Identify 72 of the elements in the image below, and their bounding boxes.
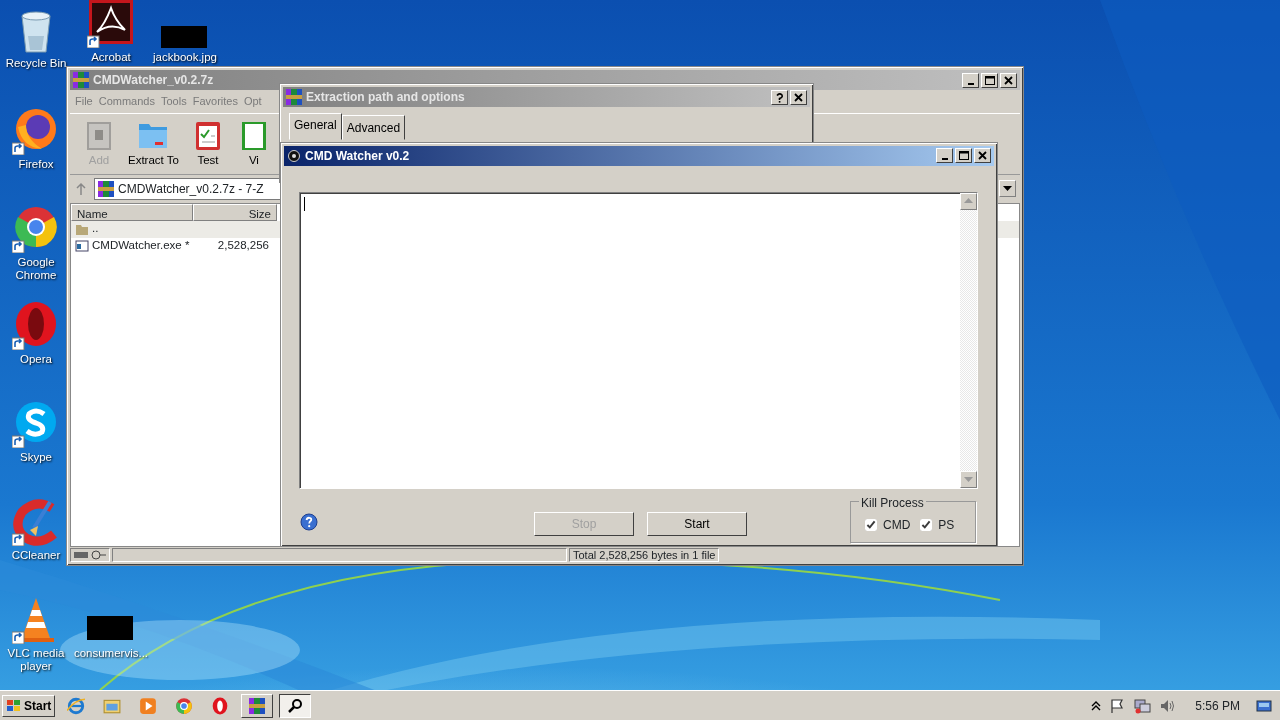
start-button[interactable]: Start	[2, 694, 56, 717]
taskbar-button[interactable]	[279, 693, 312, 718]
flag-icon[interactable]	[1109, 697, 1126, 714]
archive-icon	[98, 180, 114, 197]
column-header[interactable]: Size	[193, 203, 277, 221]
help-icon[interactable]	[300, 513, 318, 531]
archive-icon	[73, 72, 89, 88]
icon-label[interactable]: Firefox	[18, 158, 54, 171]
globe-icon[interactable]	[67, 696, 86, 715]
minimize-button[interactable]	[936, 148, 953, 164]
action-button[interactable]: Start	[647, 512, 747, 536]
question-mark-icon	[774, 91, 785, 103]
archive-icon	[249, 697, 266, 714]
toolbar-button[interactable]: Vi	[232, 117, 275, 170]
checkbox-label[interactable]: CMD	[883, 516, 911, 534]
up-arrow-icon	[964, 198, 973, 205]
toolbar-button[interactable]: Extract To	[124, 117, 183, 170]
close-button[interactable]	[790, 89, 807, 105]
magnifier-icon	[287, 697, 304, 714]
window-title: CMDWatcher_v0.2.7z	[93, 72, 214, 89]
icon-label[interactable]: Google Chrome	[4, 256, 68, 282]
chevron-up-icon[interactable]	[1091, 700, 1102, 711]
file-size: 2,528,256	[216, 238, 270, 254]
maximize-button[interactable]	[981, 72, 998, 88]
window-title: Extraction path and options	[306, 89, 465, 106]
maximize-icon	[984, 74, 995, 86]
icon-label[interactable]: Recycle Bin	[5, 57, 67, 70]
tab[interactable]: Advanced	[341, 115, 406, 140]
drive-icon	[74, 550, 106, 560]
maximize-button[interactable]	[955, 148, 972, 164]
maximize-icon	[958, 150, 969, 162]
close-button[interactable]	[1000, 72, 1017, 88]
column-header[interactable]: Name	[71, 203, 193, 221]
icon-label[interactable]: Acrobat	[91, 51, 131, 64]
file-name[interactable]: ..	[92, 220, 99, 238]
ring-logo-icon[interactable]	[211, 696, 230, 715]
scroll-down-button[interactable]	[960, 471, 977, 488]
archive-icon	[286, 89, 302, 105]
icon-label[interactable]: Opera	[20, 353, 52, 366]
caret-icon	[1003, 185, 1012, 192]
clock[interactable]: 5:56 PM	[1195, 696, 1240, 715]
scroll-up-button[interactable]	[960, 192, 977, 210]
four-squares-icon	[6, 698, 22, 713]
scrollbar[interactable]	[960, 192, 977, 488]
icon-label[interactable]: CCleaner	[11, 549, 61, 562]
help-button[interactable]	[771, 89, 788, 105]
tab[interactable]: General	[289, 113, 342, 140]
close-button[interactable]	[974, 148, 991, 164]
network-icon[interactable]	[1133, 697, 1152, 714]
swirl-logo-icon[interactable]	[87, 0, 135, 48]
app-icon	[287, 148, 301, 163]
window-title: CMD Watcher v0.2	[305, 147, 410, 165]
minimize-icon	[941, 158, 948, 161]
down-arrow-icon	[964, 476, 973, 483]
ring-logo-icon[interactable]	[12, 205, 60, 253]
close-icon	[1003, 74, 1014, 86]
file-name[interactable]: CMDWatcher.exe *	[92, 237, 190, 255]
dropdown-button[interactable]	[999, 180, 1016, 197]
minimize-button[interactable]	[962, 72, 979, 88]
checkbox-label[interactable]: PS	[938, 516, 955, 534]
status-text: Total 2,528,256 bytes in 1 file	[569, 548, 720, 562]
brush-icon[interactable]	[12, 498, 60, 546]
show-desktop-icon[interactable]	[1256, 698, 1272, 713]
play-icon[interactable]	[139, 696, 158, 715]
icon-label[interactable]: Skype	[20, 451, 52, 464]
minimize-icon	[967, 82, 974, 85]
toolbar-button[interactable]: Test	[186, 117, 229, 170]
checkbox[interactable]	[865, 519, 877, 531]
close-icon	[977, 150, 988, 162]
close-icon	[793, 91, 804, 103]
icon-label[interactable]: jackbook.jpg	[153, 51, 217, 64]
checkbox[interactable]	[920, 519, 933, 531]
